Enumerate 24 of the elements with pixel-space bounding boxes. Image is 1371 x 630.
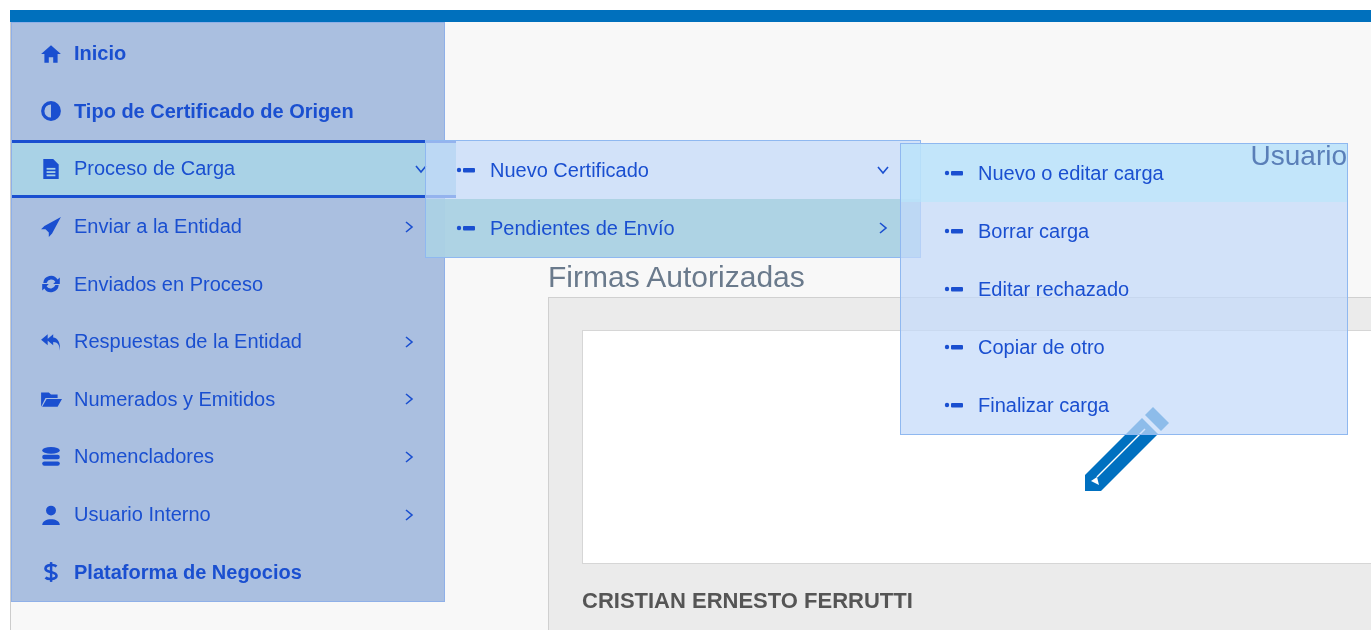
sidebar-item[interactable]: Respuestas de la Entidad	[12, 312, 444, 371]
sidebar-item[interactable]: Inicio	[12, 25, 444, 83]
sidebar-item[interactable]: Numerados y Emitidos	[12, 370, 444, 429]
flyout-item[interactable]: Copiar de otro	[901, 318, 1347, 376]
section-title: Firmas Autorizadas	[548, 260, 805, 293]
sidebar-item[interactable]: Nomencladores	[12, 428, 444, 486]
dash-icon	[944, 285, 964, 293]
document-icon	[40, 158, 62, 180]
sidebar-item[interactable]: Usuario Interno	[12, 485, 444, 544]
flyout-item[interactable]: Editar rechazado	[901, 260, 1347, 318]
dash-icon	[944, 343, 964, 351]
half-circle-icon	[40, 100, 62, 123]
dash-icon	[456, 166, 476, 174]
sidebar-item[interactable]: Plataforma de Negocios	[12, 543, 444, 601]
database-icon	[40, 445, 62, 468]
dash-icon	[944, 227, 964, 235]
sidebar-item[interactable]: Enviados en Proceso	[12, 255, 444, 313]
dash-icon	[944, 401, 964, 409]
user-icon	[40, 503, 62, 526]
dash-icon	[944, 169, 964, 177]
dash-icon	[456, 224, 476, 232]
signer-name: CRISTIAN ERNESTO FERRUTTI	[582, 588, 914, 614]
sidebar-item[interactable]: Tipo de Certificado de Origen	[12, 82, 444, 141]
flyout-item[interactable]: Finalizar carga	[901, 376, 1347, 434]
